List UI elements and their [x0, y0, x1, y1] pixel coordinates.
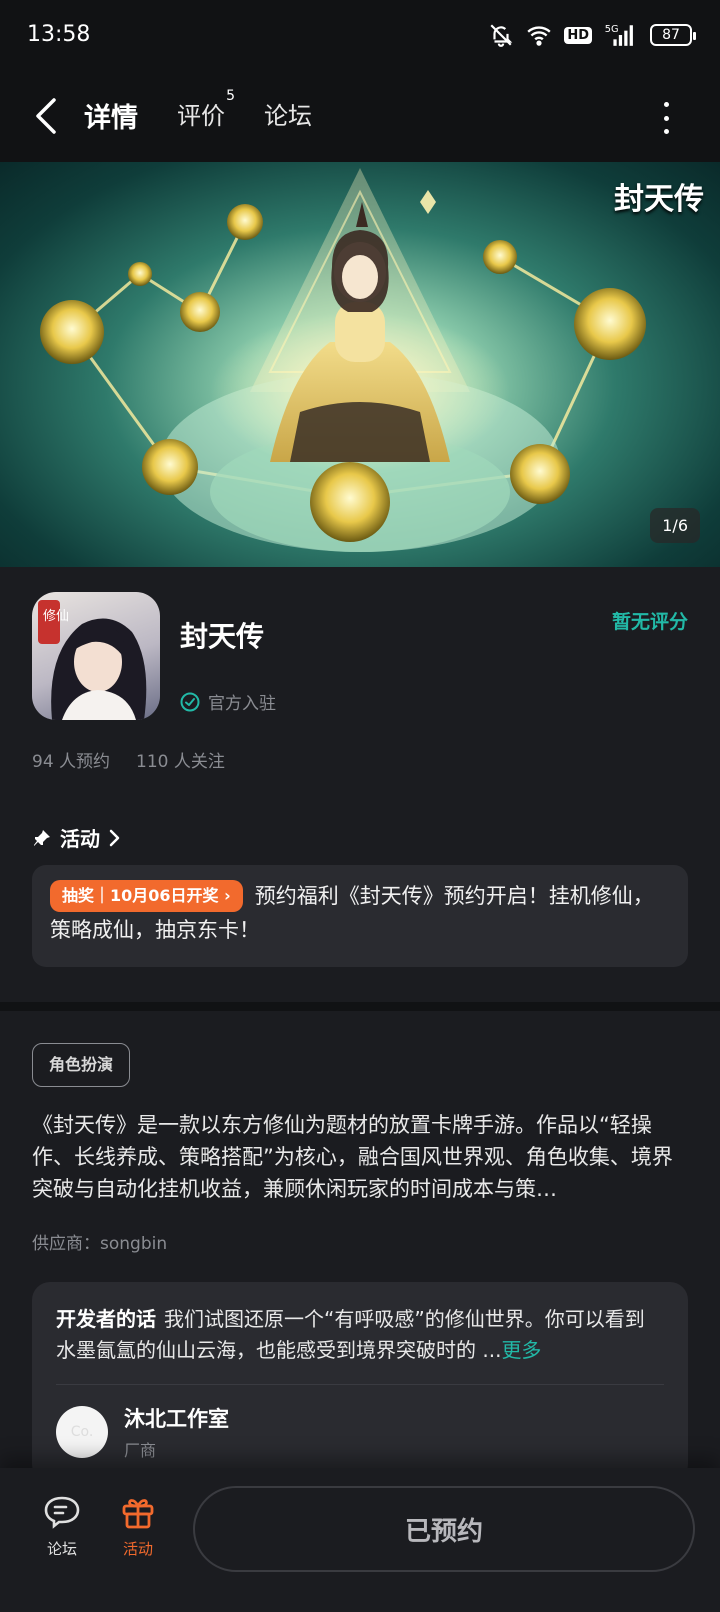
official-label: 官方入驻: [208, 694, 276, 714]
app-name: 封天传: [180, 620, 265, 653]
banner-artwork: [40, 168, 646, 552]
more-options-icon[interactable]: [660, 98, 672, 138]
tab-detail-label: 详情: [84, 103, 138, 134]
developer-card: 开发者的话 我们试图还原一个“有呼吸感”的修仙世界。你可以看到水墨氤氲的仙山云海，…: [32, 1282, 688, 1482]
studio-role: 厂商: [124, 1441, 157, 1460]
supplier-label: 供应商：songbin: [32, 1234, 168, 1254]
tab-review-count: 5: [226, 88, 235, 104]
reservation-count: 94 人预约: [32, 752, 111, 772]
activity-card[interactable]: 抽奖｜10月06日开奖 › 预约福利《封天传》预约开启！挂机修仙，策略成仙，抽京东…: [32, 865, 688, 967]
bottom-forum-label: 论坛: [46, 1540, 77, 1558]
bell-muted-icon: [490, 24, 513, 47]
forum-chat-icon: [44, 1496, 80, 1529]
tab-detail[interactable]: 详情: [81, 96, 141, 139]
banner-logo: 封天传: [614, 182, 704, 217]
hd-icon: HD: [564, 26, 592, 44]
bottom-forum-button[interactable]: 论坛: [32, 1494, 92, 1559]
signal-icon: 5G: [605, 24, 633, 46]
follower-count: 110 人关注: [136, 752, 225, 772]
card-divider: [56, 1384, 664, 1385]
bottom-action-bar: 论坛 活动 已预约: [0, 1468, 720, 1612]
chevron-right-icon: [109, 829, 120, 846]
studio-row[interactable]: Co. 沐北工作室 厂商: [56, 1403, 664, 1461]
more-link[interactable]: 更多: [501, 1338, 541, 1362]
reserved-button[interactable]: 已预约: [193, 1486, 695, 1572]
gift-icon: [122, 1499, 154, 1529]
app-icon: 修仙: [32, 592, 160, 720]
activity-title: 活动: [60, 827, 100, 851]
studio-avatar: Co.: [56, 1406, 108, 1458]
pin-icon: [34, 829, 50, 846]
status-bar: 13:58 HD 5G 87: [0, 0, 720, 76]
tab-review-label: 评价: [177, 102, 225, 130]
description-section: 角色扮演 《封天传》是一款以东方修仙为题材的放置卡牌手游。作品以“轻操作、长线养…: [0, 1011, 720, 1482]
screenshot-carousel[interactable]: 封天传 1/6: [0, 162, 720, 567]
activity-header[interactable]: 活动: [32, 823, 122, 852]
tab-review[interactable]: 评价 5: [177, 88, 235, 131]
rating-status: 暂无评分: [611, 611, 688, 633]
bottom-activity-label: 活动: [122, 1540, 153, 1558]
app-icon-portrait: 修仙: [38, 600, 147, 720]
developer-title: 开发者的话: [56, 1307, 156, 1331]
top-nav: 详情 评价 5 论坛: [0, 76, 720, 162]
back-arrow-icon[interactable]: [30, 94, 70, 138]
app-stats: 94 人预约 110 人关注: [32, 747, 225, 772]
wifi-icon: [527, 26, 551, 46]
genre-tag[interactable]: 角色扮演: [32, 1043, 131, 1087]
game-description[interactable]: 《封天传》是一款以东方修仙为题材的放置卡牌手游。作品以“轻操作、长线养成、策略搭…: [32, 1109, 688, 1205]
status-time: 13:58: [27, 22, 91, 47]
official-badge: 官方入驻: [180, 689, 276, 714]
carousel-counter: 1/6: [650, 508, 700, 543]
studio-name: 沐北工作室: [124, 1407, 229, 1431]
app-icon-text: 修仙: [43, 609, 69, 624]
tab-forum-label: 论坛: [264, 102, 312, 130]
verified-check-icon: [180, 692, 200, 711]
tab-forum[interactable]: 论坛: [264, 96, 312, 131]
section-divider: [0, 1002, 720, 1011]
developer-message: 开发者的话 我们试图还原一个“有呼吸感”的修仙世界。你可以看到水墨氤氲的仙山云海，…: [56, 1304, 664, 1366]
status-icons: HD 5G 87: [488, 20, 696, 50]
activity-text-block: 抽奖｜10月06日开奖 › 预约福利《封天传》预约开启！挂机修仙，策略成仙，抽京东…: [50, 879, 670, 947]
bottom-activity-button[interactable]: 活动: [108, 1494, 168, 1559]
lottery-badge[interactable]: 抽奖｜10月06日开奖 ›: [50, 880, 243, 912]
battery-icon: 87: [650, 24, 696, 46]
app-info-section: 修仙 封天传 暂无评分 官方入驻 94 人预约 110 人关注 活动 抽奖｜10…: [0, 567, 720, 1002]
svg-text:5G: 5G: [605, 24, 619, 35]
